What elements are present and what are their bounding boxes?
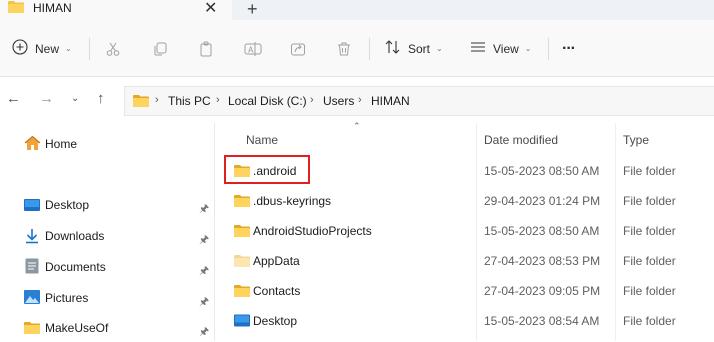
divider: [369, 38, 370, 60]
column-header-name[interactable]: Name: [246, 133, 278, 147]
file-name: AppData: [253, 254, 300, 268]
breadcrumb-separator: ›: [358, 94, 362, 106]
breadcrumb-himan[interactable]: HIMAN: [371, 94, 410, 108]
desktop-icon: [24, 199, 40, 214]
pin-icon[interactable]: 🖈: [199, 323, 209, 342]
file-type: File folder: [623, 314, 676, 328]
chevron-down-icon: ⌄: [65, 44, 72, 53]
breadcrumb-separator: ›: [155, 94, 159, 106]
file-row[interactable]: Desktop 15-05-2023 08:54 AM File folder: [222, 306, 714, 336]
sort-ascending-icon: ⌃: [353, 121, 361, 131]
folder-icon: [234, 224, 250, 240]
back-button[interactable]: ←: [6, 90, 21, 107]
paste-icon[interactable]: [198, 20, 214, 77]
command-bar: New ⌄ A Sort ⌄ View ⌄ ···: [0, 20, 714, 77]
folder-icon: [234, 284, 250, 300]
divider: [89, 38, 90, 60]
file-type: File folder: [623, 194, 676, 208]
plus-circle-icon: [12, 39, 28, 58]
new-tab-button[interactable]: +: [247, 0, 258, 20]
documents-icon: [25, 258, 39, 277]
tab-title: HIMAN: [33, 1, 72, 15]
view-button[interactable]: View ⌄: [470, 20, 532, 77]
sidebar-item-label: MakeUseOf: [45, 321, 109, 335]
sidebar-item-label: Documents: [45, 260, 106, 274]
file-date: 29-04-2023 01:24 PM: [484, 194, 601, 208]
tab-bar: HIMAN ✕ +: [0, 0, 714, 20]
sidebar-item-label: Pictures: [45, 291, 89, 305]
file-row[interactable]: Contacts 27-04-2023 09:05 PM File folder: [222, 276, 714, 306]
new-button[interactable]: New ⌄: [12, 20, 72, 77]
file-type: File folder: [623, 254, 676, 268]
file-row[interactable]: .dbus-keyrings 29-04-2023 01:24 PM File …: [222, 186, 714, 216]
rename-icon[interactable]: A: [244, 20, 262, 77]
up-button[interactable]: ↑: [97, 90, 105, 107]
breadcrumb[interactable]: › This PC › Local Disk (C:) › Users › HI…: [124, 86, 714, 116]
column-header-date[interactable]: Date modified: [484, 133, 558, 147]
file-type: File folder: [623, 164, 676, 178]
breadcrumb-local-disk[interactable]: Local Disk (C:): [228, 94, 307, 108]
home-icon: [24, 135, 41, 154]
new-label: New: [35, 41, 60, 56]
breadcrumb-this-pc[interactable]: This PC: [168, 94, 211, 108]
breadcrumb-separator: ›: [216, 94, 220, 106]
divider: [548, 38, 549, 60]
sort-icon: [385, 40, 401, 57]
file-date: 27-04-2023 08:53 PM: [484, 254, 601, 268]
file-type: File folder: [623, 224, 676, 238]
pictures-icon: [24, 290, 40, 307]
share-icon[interactable]: [290, 20, 306, 77]
file-name: Contacts: [253, 284, 301, 298]
sidebar-item-label: Desktop: [45, 198, 90, 212]
file-date: 27-04-2023 09:05 PM: [484, 284, 601, 298]
sidebar-item-label: Home: [45, 137, 78, 151]
cut-icon[interactable]: [105, 20, 121, 77]
view-label: View: [493, 41, 519, 56]
breadcrumb-separator: ›: [310, 94, 314, 106]
file-name: AndroidStudioProjects: [253, 224, 372, 238]
column-header-type[interactable]: Type: [623, 133, 649, 147]
file-date: 15-05-2023 08:54 AM: [484, 314, 600, 328]
navigation-pane: Home Desktop 🖈 Downloads 🖈 Documents 🖈 P…: [0, 123, 215, 341]
sidebar-item-label: Downloads: [45, 229, 105, 243]
forward-button[interactable]: →: [39, 90, 54, 107]
file-date: 15-05-2023 08:50 AM: [484, 224, 600, 238]
sort-label: Sort: [408, 41, 431, 56]
pin-icon[interactable]: 🖈: [199, 231, 209, 250]
chevron-down-icon: ⌄: [524, 44, 532, 53]
folder-icon: [133, 94, 149, 110]
download-icon: [24, 228, 40, 247]
more-icon[interactable]: ···: [562, 20, 576, 77]
file-row[interactable]: AndroidStudioProjects 15-05-2023 08:50 A…: [222, 216, 714, 246]
pin-icon[interactable]: 🖈: [199, 293, 209, 312]
chevron-down-icon: ⌄: [436, 44, 443, 53]
desktop-icon: [234, 314, 250, 330]
file-name: Desktop: [253, 314, 298, 328]
close-tab-icon[interactable]: ✕: [204, 0, 217, 18]
delete-icon[interactable]: [336, 20, 352, 77]
folder-icon: [24, 321, 40, 337]
sort-button[interactable]: Sort ⌄: [385, 20, 443, 77]
recent-locations-button[interactable]: ⌄: [71, 93, 79, 104]
svg-text:A: A: [248, 45, 254, 54]
pin-icon[interactable]: 🖈: [199, 200, 209, 219]
file-name: .dbus-keyrings: [253, 194, 332, 208]
tab-himan[interactable]: HIMAN ✕: [0, 0, 232, 20]
address-bar: ← → ⌄ ↑ › This PC › Local Disk (C:) › Us…: [0, 77, 714, 123]
file-date: 15-05-2023 08:50 AM: [484, 164, 600, 178]
folder-icon: [8, 0, 24, 16]
folder-hidden-icon: [234, 254, 250, 270]
pin-icon[interactable]: 🖈: [199, 262, 209, 281]
file-row[interactable]: AppData 27-04-2023 08:53 PM File folder: [222, 246, 714, 276]
folder-icon: [234, 194, 250, 210]
file-type: File folder: [623, 284, 676, 298]
breadcrumb-users[interactable]: Users: [323, 94, 354, 108]
copy-icon[interactable]: [152, 20, 168, 77]
view-icon: [470, 41, 486, 56]
highlight-box: [224, 155, 310, 184]
